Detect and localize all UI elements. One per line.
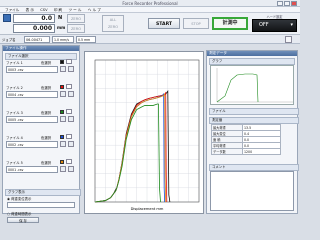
settings-icon[interactable] xyxy=(285,36,292,43)
color-picker-button[interactable] xyxy=(66,84,72,89)
color-select-label: 色選択 xyxy=(41,136,52,140)
displacement-readout: 0.000 xyxy=(13,24,55,33)
color-picker-button[interactable] xyxy=(66,59,72,64)
start-button[interactable]: START xyxy=(148,18,180,29)
mini-graph xyxy=(210,65,294,105)
clear-icon[interactable] xyxy=(68,116,74,122)
all-zero-button[interactable]: ALL ZERO xyxy=(102,15,124,32)
file-panel: ファイル操作 ファイル選択 ファイル 1 色選択 0003 .csv ファイル … xyxy=(2,45,81,223)
color-swatch[interactable] xyxy=(60,85,64,89)
file-subsection: ファイル xyxy=(209,108,299,115)
zero-displacement-button[interactable]: ZERO xyxy=(67,24,85,33)
hardware-setting-label: ハード設定 xyxy=(266,15,283,19)
radio-force-displacement[interactable]: ◉ 荷重変位表示 xyxy=(7,196,31,201)
color-swatch[interactable] xyxy=(60,60,64,64)
control-bar: ジョブ名 06-00471 1.0 mm/s 0.5 mm xyxy=(0,35,300,44)
clear-icon[interactable] xyxy=(68,66,74,72)
force-unit: N xyxy=(58,15,63,21)
file-path-field[interactable]: 0005 .csv xyxy=(6,116,58,123)
x-axis-label: Displacement mm xyxy=(131,207,164,211)
file-panel-header: ファイル操作 xyxy=(3,46,79,51)
color-swatch[interactable] xyxy=(60,135,64,139)
chevron-down-icon: ▾ xyxy=(290,22,293,28)
value-key: データ数 xyxy=(211,148,243,155)
measured-values-subsection: 測定値 xyxy=(209,117,299,124)
close-button[interactable] xyxy=(291,1,297,6)
displacement-unit: mm xyxy=(57,25,66,30)
toolbar: 0.0 N ZERO 0.000 mm ZERO ALL ZERO START … xyxy=(0,13,300,35)
minimize-button[interactable] xyxy=(277,1,283,6)
color-swatch[interactable] xyxy=(60,160,64,164)
radio-force-time-label: 荷重時間表示 xyxy=(11,212,32,216)
radio-dot-icon: ◉ xyxy=(7,197,10,201)
menu-tools[interactable]: ツ ー ル xyxy=(68,8,81,12)
measurement-panel-header: 測定データ xyxy=(207,51,297,56)
radio-force-displacement-label: 荷重変位表示 xyxy=(11,197,32,201)
color-picker-button[interactable] xyxy=(66,134,72,139)
clear-icon[interactable] xyxy=(68,166,74,172)
menu-print[interactable]: 印 刷 xyxy=(54,8,62,12)
file-row-label: ファイル 5 xyxy=(6,161,23,165)
color-swatch[interactable] xyxy=(60,110,64,114)
hardware-mode-select[interactable]: OFF ▾ xyxy=(252,19,297,32)
clear-icon[interactable] xyxy=(68,91,74,97)
folder-icon[interactable] xyxy=(60,116,66,122)
radio-force-time[interactable]: ○ 荷重時間表示 xyxy=(7,211,31,216)
series-line-2 xyxy=(94,91,168,203)
folder-icon[interactable] xyxy=(60,91,66,97)
speed-field[interactable]: 1.0 mm/s xyxy=(52,36,74,43)
file-row-label: ファイル 4 xyxy=(6,136,23,140)
folder-icon[interactable] xyxy=(60,66,66,72)
save-button[interactable]: 保 存 xyxy=(7,217,39,223)
hardware-mode-value: OFF xyxy=(259,22,269,28)
file-row-label: ファイル 1 xyxy=(6,61,23,65)
menu-view[interactable]: 表 示 xyxy=(26,8,34,12)
file-path-field[interactable]: 0001 .csv xyxy=(6,166,58,173)
title-bar: Force Recorder Professional xyxy=(0,0,300,7)
force-readout: 0.0 xyxy=(13,14,55,23)
maximize-button[interactable] xyxy=(284,1,290,6)
file-row-label: ファイル 2 xyxy=(6,86,23,90)
step-field[interactable]: 0.5 mm xyxy=(76,36,96,43)
color-select-label: 色選択 xyxy=(41,61,52,65)
graph-subsection: グラフ xyxy=(209,58,295,65)
menu-csv[interactable]: CSV xyxy=(40,8,47,12)
app-icon xyxy=(3,14,11,22)
value-row: データ数 1200 xyxy=(211,148,281,155)
comment-field[interactable] xyxy=(210,171,294,211)
radio-empty-icon: ○ xyxy=(7,212,10,216)
measuring-indicator[interactable]: 計測中 xyxy=(212,17,248,30)
menu-file[interactable]: ファイル xyxy=(5,8,19,12)
job-name-label: ジョブ名 xyxy=(2,38,16,42)
file-row-label: ファイル 3 xyxy=(6,111,23,115)
measured-values-table: 最大荷重 13.5 最大変位 0.4 面 積 0.0 平均荷重 0.0 データ数… xyxy=(211,124,281,155)
graph-option-field[interactable] xyxy=(7,202,75,208)
menu-help[interactable]: ヘ ル プ xyxy=(88,8,101,12)
file-path-field[interactable]: 0003 .csv xyxy=(6,66,58,73)
job-name-field[interactable]: 06-00471 xyxy=(24,36,50,43)
folder-icon[interactable] xyxy=(60,166,66,172)
color-select-label: 色選択 xyxy=(41,86,52,90)
graph-area[interactable]: Displacement mm xyxy=(84,51,204,214)
value-cell: 1200 xyxy=(242,148,281,155)
force-displacement-chart: Displacement mm xyxy=(94,59,200,211)
series-line-5 xyxy=(94,103,161,203)
folder-icon[interactable] xyxy=(60,141,66,147)
measurement-panel: 測定データ グラフ ファイル 測定値 最大荷重 13.5 最大変位 0.4 面 … xyxy=(206,50,299,214)
color-picker-button[interactable] xyxy=(66,159,72,164)
clear-icon[interactable] xyxy=(68,141,74,147)
color-select-label: 色選択 xyxy=(41,161,52,165)
stop-button[interactable]: STOP xyxy=(183,18,209,29)
series-line-4 xyxy=(94,92,167,203)
file-path-field[interactable]: 0002 .csv xyxy=(6,141,58,148)
graph-display-section: グラフ表示 xyxy=(5,189,81,196)
zero-force-button[interactable]: ZERO xyxy=(67,14,85,23)
color-select-label: 色選択 xyxy=(41,111,52,115)
comment-subsection: コメント xyxy=(209,164,299,171)
file-path-field[interactable]: 0004 .csv xyxy=(6,91,58,98)
color-picker-button[interactable] xyxy=(66,109,72,114)
window-title: Force Recorder Professional xyxy=(122,1,178,6)
